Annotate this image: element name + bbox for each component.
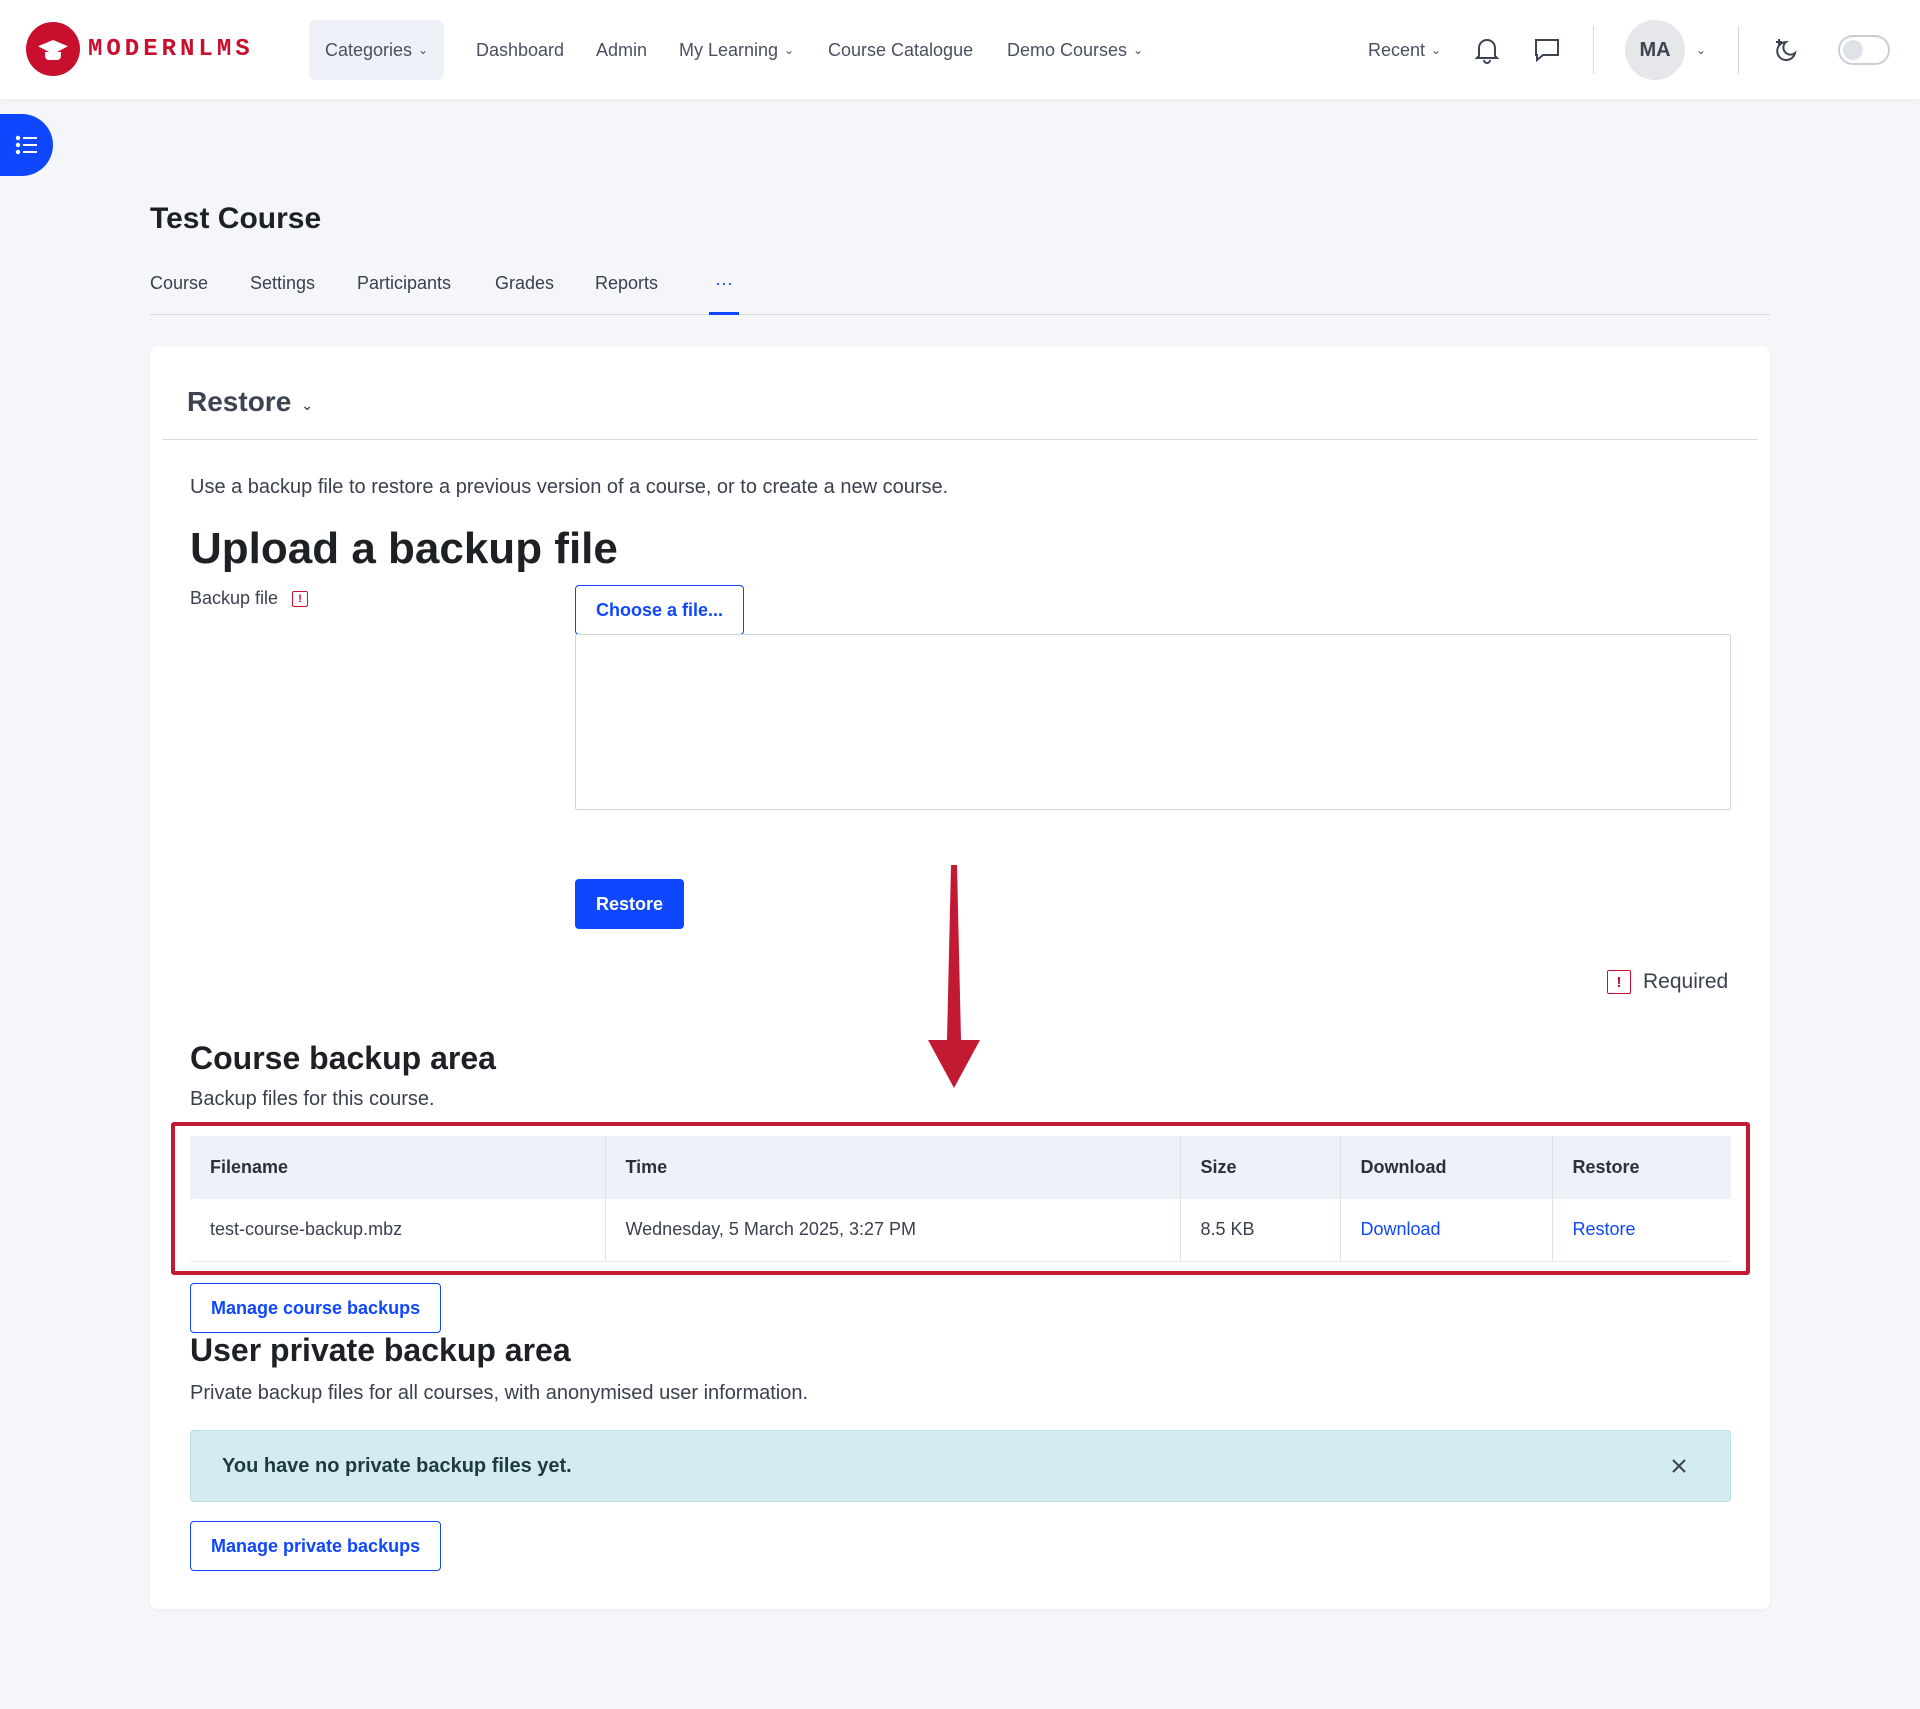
active-tab-indicator [709,312,739,315]
info-alert: You have no private backup files yet. [190,1430,1731,1502]
chat-icon [1535,39,1559,63]
user-backup-description: Private backup files for all courses, wi… [190,1382,809,1404]
nav-my-learning[interactable]: My Learning ⌄ [679,20,794,80]
nav-recent-label: Recent [1368,39,1426,60]
notifications-button[interactable] [1467,30,1507,70]
tab-participants[interactable]: Participants [357,273,451,294]
dark-mode-icon [1776,39,1797,61]
navbar-divider [1738,26,1739,74]
upload-heading: Upload a backup file [190,524,618,573]
course-backup-description: Backup files for this course. [190,1088,435,1110]
tab-reports[interactable]: Reports [595,273,658,294]
divider [162,439,1758,440]
graduation-cap-logo-icon [26,22,80,76]
required-icon: ! [1607,970,1631,994]
choose-file-label: Choose a file... [596,599,724,620]
nav-dashboard-label: Dashboard [476,39,565,60]
brand-logo[interactable]: MODERNLMS [26,22,254,76]
list-icon [15,135,37,155]
tab-more[interactable]: ··· [715,273,733,294]
nav-demo-courses-label: Demo Courses [1007,39,1128,60]
required-icon: ! [292,590,309,607]
messages-button[interactable] [1527,30,1567,70]
chevron-down-icon: ⌄ [301,396,313,413]
alert-message: You have no private backup files yet. [222,1454,572,1477]
highlight-annotation-box [171,1122,1750,1275]
dark-mode-button[interactable] [1768,30,1808,70]
user-menu-toggle[interactable]: ⌄ [1681,30,1721,70]
manage-private-backups-button[interactable]: Manage private backups [190,1521,442,1571]
nav-course-catalogue[interactable]: Course Catalogue [828,20,973,80]
toggle-switch[interactable] [1838,35,1890,65]
course-index-drawer-button[interactable] [0,114,53,176]
nav-my-learning-label: My Learning [679,39,779,60]
user-backup-heading: User private backup area [190,1332,571,1368]
brand-name: MODERNLMS [88,35,254,63]
nav-admin[interactable]: Admin [596,20,647,80]
nav-admin-label: Admin [596,39,648,60]
manage-course-backups-label: Manage course backups [211,1297,421,1318]
restore-card: Restore ⌄ Use a backup file to restore a… [150,346,1770,1609]
required-legend: ! Required [1607,970,1728,994]
course-secondary-nav: Course Settings Participants Grades Repo… [150,265,1770,315]
chevron-down-icon: ⌄ [1133,43,1144,57]
nav-demo-courses[interactable]: Demo Courses ⌄ [1007,20,1143,80]
user-initials: MA [1639,38,1671,61]
chevron-down-icon: ⌄ [1431,43,1442,57]
nav-dashboard[interactable]: Dashboard [476,20,564,80]
chevron-down-icon: ⌄ [1695,43,1707,57]
file-dropzone[interactable] [575,634,1731,810]
tab-grades[interactable]: Grades [495,273,554,294]
restore-submit-label: Restore [596,893,664,914]
manage-course-backups-button[interactable]: Manage course backups [190,1283,442,1333]
required-label: Required [1643,970,1729,993]
nav-categories-label: Categories [325,39,413,60]
alert-close-button[interactable] [1664,1451,1694,1481]
nav-course-catalogue-label: Course Catalogue [828,39,974,60]
choose-file-button[interactable]: Choose a file... [575,585,745,635]
close-icon [1672,1459,1686,1473]
chevron-down-icon: ⌄ [784,43,795,57]
course-backup-heading: Course backup area [190,1040,496,1076]
manage-private-backups-label: Manage private backups [211,1535,421,1556]
user-avatar[interactable]: MA [1625,20,1685,80]
top-navbar: MODERNLMS Categories ⌄ Dashboard Admin M… [0,0,1920,99]
restore-intro: Use a backup file to restore a previous … [190,476,949,498]
restore-submit-button[interactable]: Restore [575,879,685,929]
tab-settings[interactable]: Settings [250,273,315,294]
nav-categories[interactable]: Categories ⌄ [309,20,445,80]
backup-file-label: Backup file ! [190,588,309,609]
chevron-down-icon: ⌄ [418,43,429,57]
nav-recent[interactable]: Recent ⌄ [1368,20,1441,80]
navbar-divider [1593,26,1594,74]
restore-heading: Restore [187,386,292,417]
tab-course[interactable]: Course [150,273,208,294]
backup-file-label-text: Backup file [190,588,279,608]
bell-icon [1474,39,1500,64]
restore-heading-dropdown[interactable]: Restore ⌄ [187,386,313,418]
page-title: Test Course [150,202,322,235]
toggle-knob [1843,40,1863,60]
